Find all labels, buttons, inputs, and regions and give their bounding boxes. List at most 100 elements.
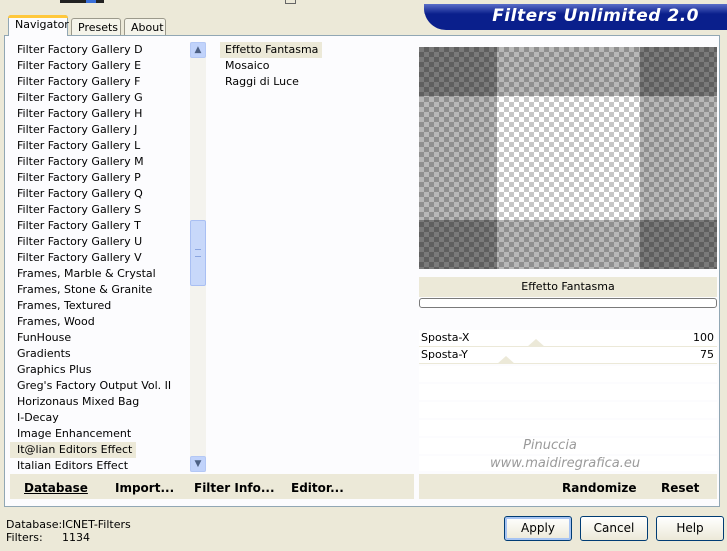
- filter-list-item[interactable]: Filter Factory Gallery L: [10, 138, 190, 154]
- slider-marker[interactable]: [527, 339, 545, 347]
- reset-button[interactable]: Reset: [661, 481, 699, 495]
- filter-list-item[interactable]: Frames, Textured: [10, 298, 190, 314]
- filter-list-item[interactable]: Filter Factory Gallery M: [10, 154, 190, 170]
- effect-list[interactable]: Effetto Fantasma Mosaico Raggi di Luce: [220, 42, 410, 474]
- import-button[interactable]: Import...: [115, 481, 174, 495]
- filter-list-item-label: Filter Factory Gallery V: [17, 251, 142, 264]
- clipped-top-controls: [60, 0, 300, 4]
- filter-list-scrollbar[interactable]: ▲ ▼: [190, 42, 206, 472]
- filter-list-item-label: Filter Factory Gallery J: [17, 123, 138, 136]
- effect-list-item[interactable]: Raggi di Luce: [220, 74, 410, 90]
- filter-list-item[interactable]: Filter Factory Gallery F: [10, 74, 190, 90]
- slider-label: Sposta-X: [421, 331, 470, 344]
- filter-list-item-label: Frames, Wood: [17, 315, 95, 328]
- randomize-button[interactable]: Randomize: [562, 481, 636, 495]
- filter-list-item-label: Frames, Textured: [17, 299, 112, 312]
- filter-list-item[interactable]: Filter Factory Gallery D: [10, 42, 190, 58]
- filter-list-item-label: Frames, Stone & Granite: [17, 283, 153, 296]
- filter-list-item[interactable]: Greg's Factory Output Vol. II: [10, 378, 190, 394]
- filter-list-item-label: Filter Factory Gallery G: [17, 91, 143, 104]
- filter-list-item-label: I-Decay: [17, 411, 59, 424]
- database-button[interactable]: Database: [24, 481, 88, 495]
- help-button[interactable]: Help: [656, 516, 724, 541]
- filter-list-item-label: Filter Factory Gallery E: [17, 59, 142, 72]
- slider-label: Sposta-Y: [421, 348, 468, 361]
- slider-sposta-y[interactable]: Sposta-Y 75: [419, 347, 717, 364]
- slider-value: 100: [693, 331, 714, 344]
- preview-shade-bc: [497, 220, 640, 269]
- filter-list-item[interactable]: I-Decay: [10, 410, 190, 426]
- filter-list-item[interactable]: Filter Factory Gallery T: [10, 218, 190, 234]
- scroll-down-button[interactable]: ▼: [190, 456, 206, 472]
- effect-list-item-label: Effetto Fantasma: [220, 42, 323, 58]
- effect-preview: [419, 47, 717, 269]
- filter-list-item-label: Graphics Plus: [17, 363, 92, 376]
- filter-list-item-label: Image Enhancement: [17, 427, 132, 440]
- filter-list-item-label: Filter Factory Gallery U: [17, 235, 143, 248]
- filter-list-item[interactable]: Filter Factory Gallery Q: [10, 186, 190, 202]
- watermark-url: www.maidiregrafica.eu: [490, 456, 641, 471]
- scroll-up-button[interactable]: ▲: [190, 42, 206, 58]
- app-banner: Filters Unlimited 2.0: [424, 4, 727, 30]
- filter-info-button[interactable]: Filter Info...: [194, 481, 275, 495]
- filter-list-item-label: Filter Factory Gallery M: [17, 155, 144, 168]
- filter-list-item[interactable]: Filter Factory Gallery V: [10, 250, 190, 266]
- tab-presets[interactable]: Presets: [71, 18, 121, 35]
- filter-list-item[interactable]: Filter Factory Gallery U: [10, 234, 190, 250]
- filter-list-item-label: Frames, Marble & Crystal: [17, 267, 156, 280]
- preview-shade-tc: [497, 47, 640, 96]
- watermark: Pinuccia www.maidiregrafica.eu: [490, 437, 641, 473]
- preview-shade-bl: [419, 220, 497, 269]
- filter-list-item-label: It@lian Editors Effect: [10, 442, 137, 458]
- filter-list-item[interactable]: Filter Factory Gallery E: [10, 58, 190, 74]
- database-label: Database: [24, 481, 88, 495]
- filter-list-item-label: Filter Factory Gallery P: [17, 171, 141, 184]
- effect-list-item[interactable]: Mosaico: [220, 58, 410, 74]
- filter-list-item-label: Filter Factory Gallery Q: [17, 187, 143, 200]
- filter-list-item[interactable]: Frames, Marble & Crystal: [10, 266, 190, 282]
- slider-marker[interactable]: [497, 356, 515, 364]
- filter-list-item-label: Horizonaus Mixed Bag: [17, 395, 140, 408]
- filter-category-list[interactable]: Filter Factory Gallery D Filter Factory G…: [10, 42, 190, 474]
- filter-list-item[interactable]: Image Enhancement: [10, 426, 190, 442]
- effect-list-item-label: Raggi di Luce: [225, 75, 299, 88]
- filter-list-item[interactable]: FunHouse: [10, 330, 190, 346]
- app-title: Filters Unlimited 2.0: [492, 6, 699, 26]
- preview-shade-tr: [640, 47, 717, 96]
- filter-list-item[interactable]: It@lian Editors Effect: [10, 442, 190, 458]
- filter-list-item[interactable]: Horizonaus Mixed Bag: [10, 394, 190, 410]
- slider-sposta-x[interactable]: Sposta-X 100: [419, 330, 717, 347]
- filter-list-item-label: Filter Factory Gallery F: [17, 75, 141, 88]
- filter-list-item-label: Greg's Factory Output Vol. II: [17, 379, 172, 392]
- filter-list-item[interactable]: Frames, Wood: [10, 314, 190, 330]
- filter-list-item[interactable]: Frames, Stone & Granite: [10, 282, 190, 298]
- filter-list-item[interactable]: Filter Factory Gallery P: [10, 170, 190, 186]
- preview-effect-name: Effetto Fantasma: [419, 277, 717, 297]
- preview-shade-br: [640, 220, 717, 269]
- filter-list-item[interactable]: Gradients: [10, 346, 190, 362]
- scroll-thumb[interactable]: [190, 220, 206, 286]
- filter-list-item-label: Filter Factory Gallery H: [17, 107, 143, 120]
- filter-list-item-label: Italian Editors Effect: [17, 459, 129, 472]
- cancel-button[interactable]: Cancel: [580, 516, 648, 541]
- slider-value: 75: [700, 348, 714, 361]
- apply-button[interactable]: Apply: [504, 516, 572, 541]
- filter-list-item[interactable]: Filter Factory Gallery J: [10, 122, 190, 138]
- filter-list-item-label: Filter Factory Gallery S: [17, 203, 142, 216]
- filter-list-item[interactable]: Filter Factory Gallery G: [10, 90, 190, 106]
- effect-list-item[interactable]: Effetto Fantasma: [220, 42, 410, 58]
- filters-count-label: Filters:: [6, 531, 43, 544]
- tab-about[interactable]: About: [124, 18, 166, 35]
- filter-list-item[interactable]: Italian Editors Effect: [10, 458, 190, 474]
- filter-list-item[interactable]: Filter Factory Gallery S: [10, 202, 190, 218]
- tab-navigator[interactable]: Navigator: [8, 15, 69, 36]
- editor-button[interactable]: Editor...: [291, 481, 344, 495]
- database-status-value: ICNET-Filters: [62, 518, 131, 531]
- filter-list-item[interactable]: Graphics Plus: [10, 362, 190, 378]
- filter-list-item-label: Filter Factory Gallery T: [17, 219, 141, 232]
- filter-list-item[interactable]: Filter Factory Gallery H: [10, 106, 190, 122]
- preview-shade-tl: [419, 47, 497, 96]
- watermark-name: Pinuccia: [523, 438, 577, 453]
- filter-list-item-label: Filter Factory Gallery D: [17, 43, 143, 56]
- empty-slider-row: [419, 384, 717, 400]
